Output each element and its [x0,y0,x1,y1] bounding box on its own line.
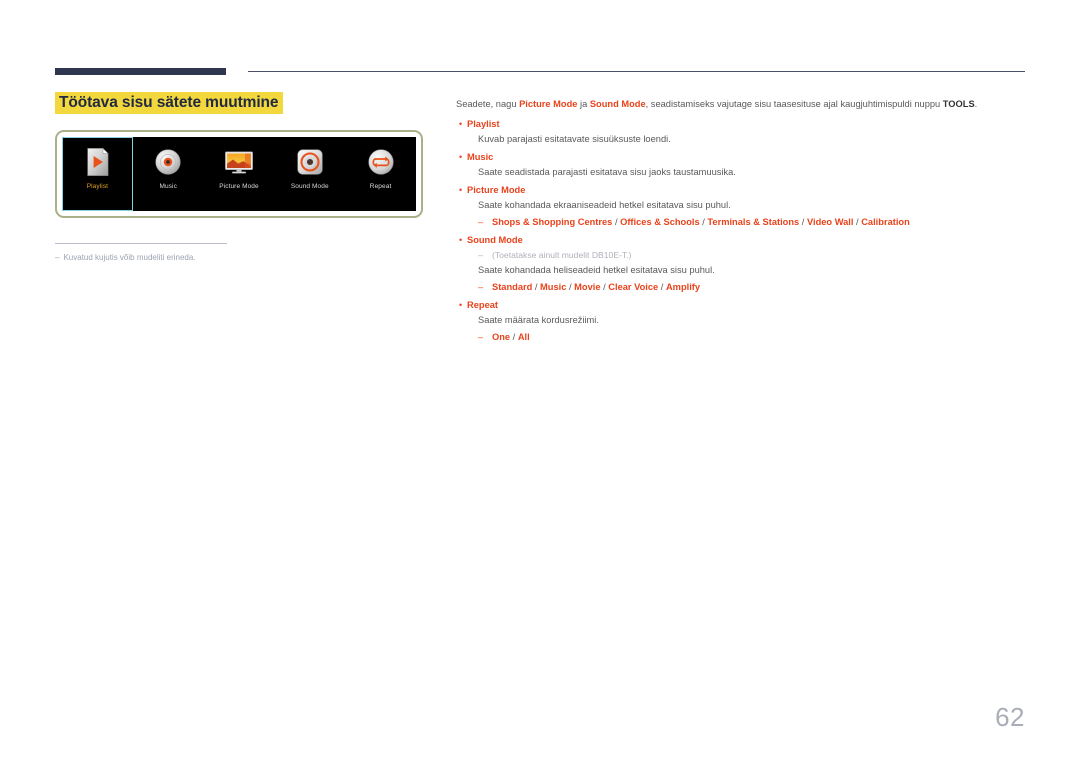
intro-part4: . [974,99,978,109]
bullet-options-picture-mode: ‒ Shops & Shopping Centres / Offices & S… [478,216,1028,229]
tile-sound-mode[interactable]: Sound Mode [274,137,345,211]
image-footnote: ‒ Kuvatud kujutis võib mudeliti erineda. [55,252,427,263]
bullet-playlist: • Playlist Kuvab parajasti esitatavate s… [456,118,1028,146]
tile-label-music: Music [159,183,177,190]
bullet-options-sound-mode: ‒ Standard / Music / Movie / Clear Voice… [478,281,1028,294]
picture-monitor-icon [225,151,253,174]
tile-music[interactable]: Music [133,137,204,211]
bullet-heading-sound-mode: Sound Mode [467,235,523,245]
bullet-marker: • [459,119,463,129]
tile-label-repeat: Repeat [369,183,392,190]
footnote-text: Kuvatud kujutis võib mudeliti erineda. [63,253,196,262]
tile-playlist[interactable]: Playlist [62,137,133,211]
intro-bold-tools: TOOLS [942,99,975,109]
bullet-options-repeat: ‒ One / All [478,331,1028,344]
device-screenshot-frame: Playlist Music Picture Mode Sound Mode R… [55,130,423,218]
bullet-marker: • [459,235,463,245]
bullet-repeat: • Repeat Saate määrata kordusrežiimi. ‒ … [456,299,1028,344]
bullet-heading-repeat: Repeat [467,300,499,310]
page-title: Töötava sisu sätete muutmine [55,92,284,114]
playlist-file-play-icon [87,147,110,176]
bullet-music: • Music Saate seadistada parajasti esita… [456,151,1028,179]
bullet-description-picture-mode: Saate kohandada ekraaniseadeid hetkel es… [478,200,731,210]
intro-bold-sound-mode: Sound Mode [589,99,646,109]
intro-bold-picture-mode: Picture Mode [519,99,578,109]
option-dash: ‒ [478,332,484,342]
intro-paragraph: Seadete, nagu Picture Mode ja Sound Mode… [456,98,1028,111]
page-header-rules [0,0,1080,90]
option-values-repeat: One / All [492,332,530,342]
intro-part2: ja [577,99,590,109]
option-dash: ‒ [478,217,484,227]
page-number: 62 [995,702,1025,732]
tile-picture-mode[interactable]: Picture Mode [204,137,275,211]
repeat-loop-icon [367,149,394,175]
bullet-heading-music: Music [467,152,494,162]
tile-label-sound-mode: Sound Mode [290,183,329,190]
option-dash: ‒ [478,282,484,292]
header-accent-bar [55,68,226,75]
header-hairline [248,71,1025,72]
footnote-dash: ‒ [55,253,60,262]
footnote-divider [55,243,227,244]
option-values-picture-mode: Shops & Shopping Centres / Offices & Sch… [492,217,910,227]
bullet-marker: • [459,300,463,310]
bullet-heading-playlist: Playlist [467,119,500,129]
bullet-description-music: Saate seadistada parajasti esitatava sis… [478,167,736,177]
tile-label-picture-mode: Picture Mode [219,183,259,190]
bullet-marker: • [459,152,463,162]
option-values-sound-mode: Standard / Music / Movie / Clear Voice /… [492,282,701,292]
bullet-description-playlist: Kuvab parajasti esitatavate sisuüksuste … [478,134,671,144]
right-column: Seadete, nagu Picture Mode ja Sound Mode… [456,98,1028,344]
bullet-heading-picture-mode: Picture Mode [467,185,526,195]
left-column: Töötava sisu sätete muutmine Playlist Mu… [55,92,427,263]
note-text: (Toetatakse ainult mudelit DB10E-T.) [492,250,632,260]
bullet-description-repeat: Saate määrata kordusrežiimi. [478,315,599,325]
note-dash: ‒ [478,250,484,260]
bullet-picture-mode: • Picture Mode Saate kohandada ekraanise… [456,184,1028,229]
intro-part3: , seadistamiseks vajutage sisu taasesitu… [645,99,943,109]
bullet-marker: • [459,185,463,195]
device-screen: Playlist Music Picture Mode Sound Mode R… [62,137,416,211]
model-support-note: ‒ (Toetatakse ainult mudelit DB10E-T.) [478,249,1028,262]
intro-part1: Seadete, nagu [456,99,520,109]
bullet-sound-mode: • Sound Mode ‒ (Toetatakse ainult mudeli… [456,234,1028,294]
tile-repeat[interactable]: Repeat [345,137,416,211]
sound-speaker-icon [297,149,323,175]
music-disc-icon [155,149,181,175]
bullet-description-sound-mode: Saate kohandada heliseadeid hetkel esita… [478,265,715,275]
tile-label-playlist: Playlist [86,183,109,190]
